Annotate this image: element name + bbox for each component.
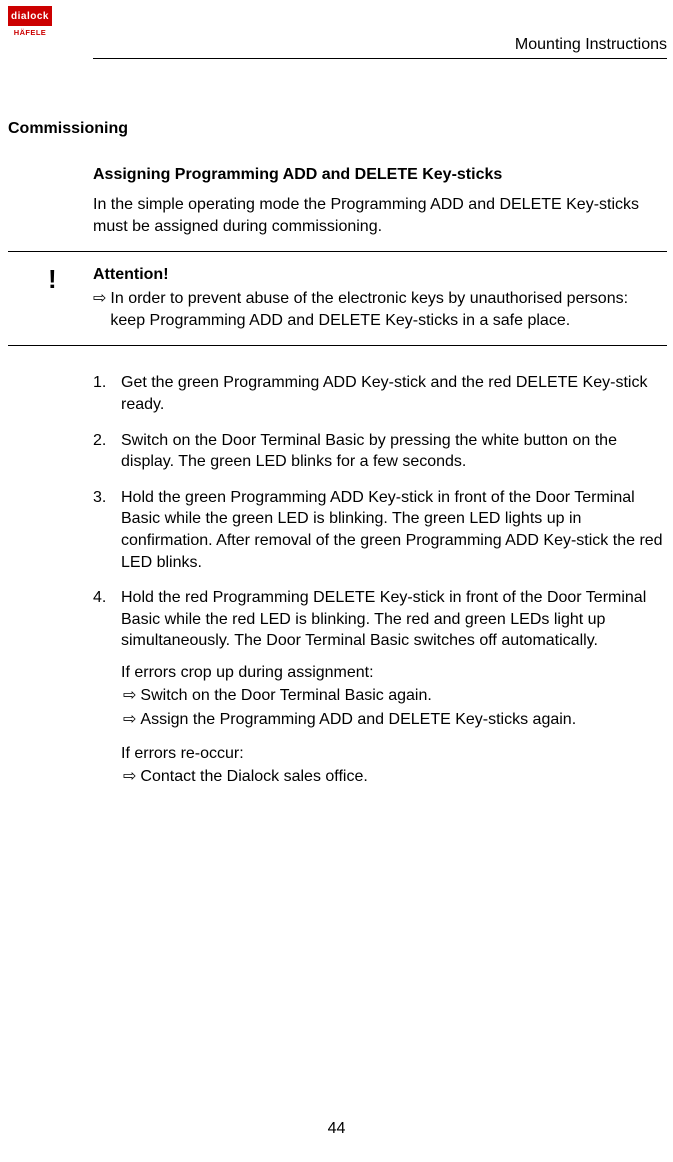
content-area: Commissioning Assigning Programming ADD … <box>0 0 673 789</box>
divider <box>8 345 667 346</box>
error-text: Assign the Programming ADD and DELETE Ke… <box>140 708 576 733</box>
list-number: 4. <box>93 587 121 789</box>
document-title: Mounting Instructions <box>515 36 667 54</box>
error-item: ⇨ Assign the Programming ADD and DELETE … <box>123 708 667 733</box>
error-intro: If errors crop up during assignment: <box>121 662 667 684</box>
list-text: Get the green Programming ADD Key-stick … <box>121 372 667 415</box>
attention-title: Attention! <box>93 266 667 284</box>
divider <box>8 251 667 252</box>
attention-block: ! Attention! ⇨ In order to prevent abuse… <box>8 266 667 331</box>
logo-dialock: dialock <box>8 6 52 26</box>
attention-text: In order to prevent abuse of the electro… <box>110 288 667 331</box>
list-item: 3. Hold the green Programming ADD Key-st… <box>93 487 667 573</box>
arrow-icon: ⇨ <box>123 708 136 733</box>
ordered-list: 1. Get the green Programming ADD Key-sti… <box>93 372 667 789</box>
list-number: 3. <box>93 487 121 573</box>
logo-hafele: HÄFELE <box>8 28 52 37</box>
error-item: ⇨ Contact the Dialock sales office. <box>123 765 667 790</box>
arrow-icon: ⇨ <box>93 288 106 331</box>
error-intro: If errors re-occur: <box>121 743 667 765</box>
section-title: Commissioning <box>8 120 667 138</box>
error-text: Switch on the Door Terminal Basic again. <box>140 684 431 709</box>
list-text: Hold the green Programming ADD Key-stick… <box>121 487 667 573</box>
arrow-icon: ⇨ <box>123 684 136 709</box>
page: dialock HÄFELE Mounting Instructions Com… <box>0 0 673 1162</box>
list-item: 2. Switch on the Door Terminal Basic by … <box>93 430 667 473</box>
error-item: ⇨ Switch on the Door Terminal Basic agai… <box>123 684 667 709</box>
page-number: 44 <box>0 1120 673 1138</box>
list-text: Switch on the Door Terminal Basic by pre… <box>121 430 667 473</box>
list-text: Hold the red Programming DELETE Key-stic… <box>121 587 667 652</box>
section-subtitle: Assigning Programming ADD and DELETE Key… <box>93 166 667 184</box>
error-text: Contact the Dialock sales office. <box>140 765 367 790</box>
list-item: 4. Hold the red Programming DELETE Key-s… <box>93 587 667 789</box>
attention-item: ⇨ In order to prevent abuse of the elect… <box>93 288 667 331</box>
list-number: 1. <box>93 372 121 415</box>
brand-logo: dialock HÄFELE <box>8 6 52 37</box>
attention-icon: ! <box>8 266 93 331</box>
intro-paragraph: In the simple operating mode the Program… <box>93 194 667 237</box>
list-item: 1. Get the green Programming ADD Key-sti… <box>93 372 667 415</box>
arrow-icon: ⇨ <box>123 765 136 790</box>
list-number: 2. <box>93 430 121 473</box>
header-rule <box>93 58 667 59</box>
